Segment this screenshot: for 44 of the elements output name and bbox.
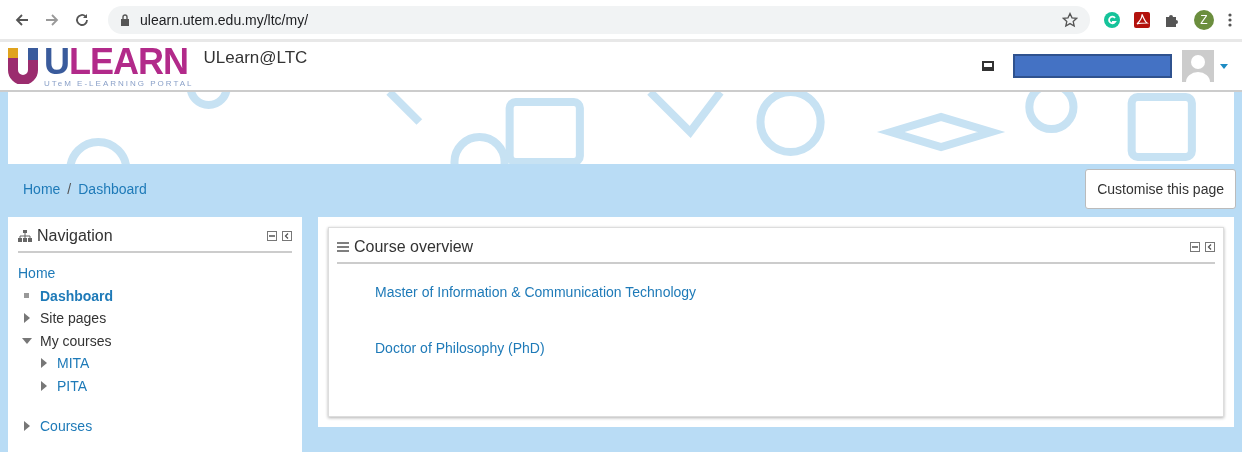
- logo-icon: [8, 48, 38, 84]
- back-arrow-icon[interactable]: [14, 11, 30, 28]
- profile-avatar[interactable]: Z: [1194, 9, 1214, 30]
- lock-icon: [120, 13, 130, 26]
- nav-link[interactable]: PITA: [57, 374, 88, 397]
- course-link[interactable]: Doctor of Philosophy (PhD): [375, 340, 1215, 356]
- url-text: ulearn.utem.edu.my/ltc/my/: [140, 11, 309, 28]
- forward-arrow-icon[interactable]: [44, 11, 60, 28]
- minimize-icon[interactable]: [1190, 242, 1200, 252]
- breadcrumb-separator: /: [67, 181, 72, 197]
- caret-down-icon[interactable]: [1220, 63, 1228, 69]
- pdf-extension-icon[interactable]: [1134, 11, 1150, 28]
- sitemap-icon: [18, 230, 32, 242]
- panel-title: Course overview: [354, 238, 474, 256]
- caret-right-icon[interactable]: [39, 358, 49, 369]
- star-icon[interactable]: [1062, 11, 1078, 28]
- course-link[interactable]: Master of Information & Communication Technology: [375, 284, 1215, 300]
- nav-link[interactable]: Dashboard: [40, 284, 114, 307]
- dock-icon[interactable]: [282, 231, 292, 241]
- breadcrumb-link[interactable]: Dashboard: [78, 181, 147, 197]
- menu-icon: [337, 242, 349, 252]
- nav-link[interactable]: MITA: [57, 352, 90, 375]
- caret-right-icon[interactable]: [22, 313, 32, 324]
- menu-icon[interactable]: [1228, 11, 1232, 28]
- grammar-extension-icon[interactable]: [1104, 11, 1120, 28]
- nav-link[interactable]: Courses: [40, 415, 93, 438]
- dock-icon[interactable]: [1205, 242, 1215, 252]
- caret-down-icon[interactable]: [22, 335, 32, 346]
- logo-text: ULEARN: [44, 44, 188, 80]
- bullet-icon: [24, 293, 29, 299]
- caret-right-icon[interactable]: [22, 421, 32, 432]
- minimize-icon[interactable]: [267, 231, 277, 241]
- site-name[interactable]: ULearn@LTC: [203, 48, 308, 68]
- nav-link[interactable]: My courses: [40, 329, 112, 352]
- inbox-icon[interactable]: [981, 60, 995, 72]
- caret-right-icon[interactable]: [39, 380, 49, 391]
- customise-page-button[interactable]: Customise this page: [1085, 169, 1236, 209]
- nav-link[interactable]: Home: [18, 265, 56, 281]
- nav-link[interactable]: Site pages: [40, 307, 107, 330]
- address-bar[interactable]: ulearn.utem.edu.my/ltc/my/: [108, 5, 1090, 34]
- breadcrumb-link[interactable]: Home: [23, 181, 61, 197]
- panel-title: Navigation: [37, 227, 113, 245]
- logo-tagline: UTeM E-LEARNING PORTAL: [44, 80, 194, 88]
- reload-icon[interactable]: [74, 11, 90, 28]
